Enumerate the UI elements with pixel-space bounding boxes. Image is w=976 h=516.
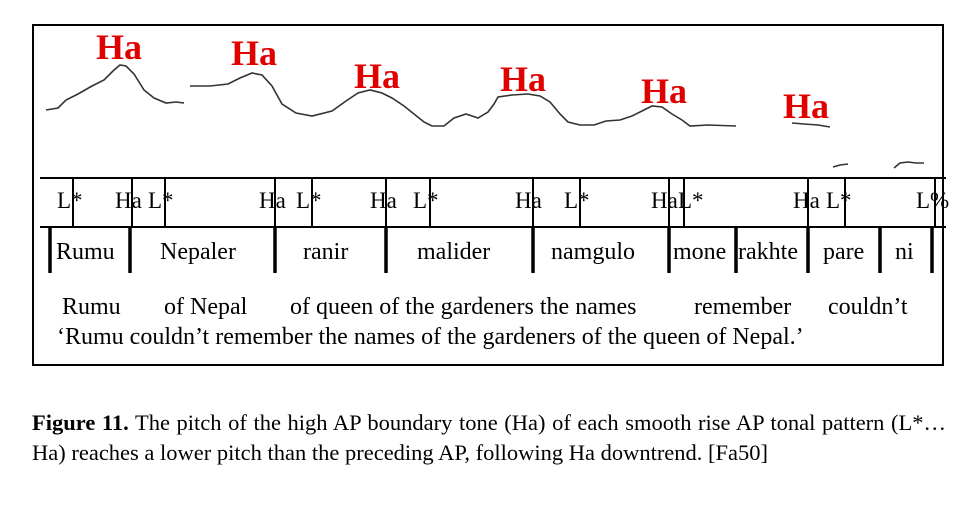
gloss-item: remember: [694, 294, 791, 320]
tone-label: Ha: [115, 188, 142, 213]
ha-label: Ha: [231, 33, 277, 73]
tone-label: L*: [57, 188, 83, 213]
pitch-segment-ranir-malider: [432, 93, 737, 127]
tone-label: L*: [413, 188, 439, 213]
caption-text: The pitch of the high AP boundary tone (…: [32, 410, 946, 465]
pitch-track-figure: Ha Ha Ha Ha Ha Ha L* Ha L* Ha L* Ha L* H…: [40, 27, 949, 350]
tone-label: L%: [916, 188, 949, 213]
word-label: rakhte: [738, 239, 798, 265]
tone-label: Ha: [651, 188, 678, 213]
pitch-segment-rumu: [45, 64, 185, 111]
gloss-item: of queen of the gardeners the names: [290, 294, 637, 320]
gloss-line: Rumu of Nepal of queen of the gardeners …: [62, 294, 908, 320]
figure-caption: Figure 11. The pitch of the high AP boun…: [32, 408, 946, 468]
tone-label: L*: [564, 188, 590, 213]
tone-label: Ha: [259, 188, 286, 213]
tone-label: L*: [148, 188, 174, 213]
pitch-segment-pare: [832, 163, 849, 168]
ha-label: Ha: [96, 27, 142, 67]
ha-labels: Ha Ha Ha Ha Ha Ha: [96, 27, 829, 126]
word-label: Nepaler: [160, 239, 236, 265]
tone-label: L*: [678, 188, 704, 213]
ha-label: Ha: [354, 56, 400, 96]
tone-label: Ha: [370, 188, 397, 213]
word-labels: Rumu Nepaler ranir malider namgulo mone …: [56, 239, 914, 265]
translation: ‘Rumu couldn’t remember the names of the…: [57, 324, 804, 350]
ha-label: Ha: [783, 86, 829, 126]
word-label: ranir: [303, 239, 348, 265]
ha-label: Ha: [641, 71, 687, 111]
gloss-item: of Nepal: [164, 294, 248, 320]
gloss-item: couldn’t: [828, 294, 908, 320]
word-label: ni: [895, 239, 914, 265]
tone-label: Ha: [515, 188, 542, 213]
tone-label: L*: [826, 188, 852, 213]
word-label: mone: [673, 239, 726, 265]
tone-labels: L* Ha L* Ha L* Ha L* Ha L* Ha L* Ha L* L…: [57, 188, 949, 213]
word-label: namgulo: [551, 239, 635, 265]
tone-label: L*: [296, 188, 322, 213]
word-label: malider: [417, 239, 490, 265]
word-label: pare: [823, 239, 864, 265]
pitch-segment-ni: [893, 161, 924, 169]
word-label: Rumu: [56, 239, 115, 265]
gloss-item: Rumu: [62, 294, 121, 320]
ha-label: Ha: [500, 59, 546, 99]
tone-label: Ha: [793, 188, 820, 213]
caption-label: Figure 11.: [32, 410, 129, 435]
